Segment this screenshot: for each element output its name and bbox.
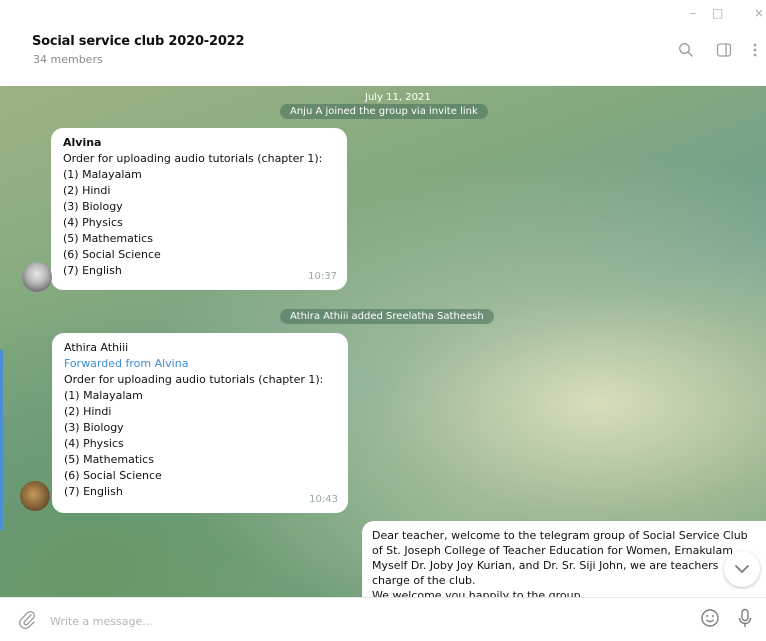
member-count: 34 members: [33, 53, 103, 66]
message-sender[interactable]: Athira Athiii: [64, 340, 338, 356]
message-input[interactable]: [48, 610, 652, 632]
message-line: (4) Physics: [64, 437, 124, 450]
message-composer: [0, 597, 766, 641]
chat-title[interactable]: Social service club 2020-2022: [32, 34, 245, 49]
close-icon[interactable]: ×: [754, 6, 764, 20]
message-line: (3) Biology: [64, 421, 124, 434]
message-line: (1) Malayalam: [64, 389, 143, 402]
date-label: July 11, 2021: [365, 92, 431, 103]
message-line: (1) Malayalam: [63, 168, 142, 181]
chat-header: – □ × Social service club 2020-2022 34 m…: [0, 0, 766, 86]
message-bubble[interactable]: Alvina Order for uploading audio tutoria…: [51, 128, 347, 290]
message-line: (4) Physics: [63, 216, 123, 229]
attach-icon[interactable]: [18, 609, 36, 633]
message-line: We welcome you happily to the group.: [372, 589, 585, 597]
message-line: Order for uploading audio tutorials (cha…: [63, 152, 323, 165]
message-line: of St. Joseph College of Teacher Educati…: [372, 544, 733, 557]
message-line: (3) Biology: [63, 200, 123, 213]
chevron-down-icon: [735, 565, 749, 573]
avatar[interactable]: [20, 481, 50, 511]
emoji-icon[interactable]: [700, 608, 720, 632]
avatar[interactable]: [22, 262, 52, 292]
message-line: (2) Hindi: [64, 405, 112, 418]
service-message-added: Athira Athiii added Sreelatha Satheesh: [280, 309, 494, 324]
message-line: (6) Social Science: [63, 248, 161, 261]
message-line: Dear teacher, welcome to the telegram gr…: [372, 529, 748, 542]
minimize-icon[interactable]: –: [690, 6, 696, 20]
message-bubble[interactable]: Athira Athiii Forwarded from Alvina Orde…: [52, 333, 348, 513]
message-line: (7) English: [63, 264, 122, 277]
message-line: (5) Mathematics: [63, 232, 153, 245]
message-line: Order for uploading audio tutorials (cha…: [64, 373, 324, 386]
microphone-icon[interactable]: [737, 608, 753, 634]
message-line: (2) Hindi: [63, 184, 111, 197]
sidebar-toggle-icon[interactable]: [716, 42, 732, 62]
more-vertical-icon[interactable]: [752, 42, 758, 62]
message-line: (7) English: [64, 485, 123, 498]
message-line: charge of the club.: [372, 574, 476, 587]
message-sender[interactable]: Alvina: [63, 135, 337, 151]
message-line: (6) Social Science: [64, 469, 162, 482]
message-line: (5) Mathematics: [64, 453, 154, 466]
search-icon[interactable]: [678, 42, 694, 62]
message-time: 10:43: [309, 494, 338, 505]
forwarded-from[interactable]: Forwarded from Alvina: [64, 356, 338, 372]
message-bubble[interactable]: Dear teacher, welcome to the telegram gr…: [362, 521, 766, 597]
telegram-window: – □ × Social service club 2020-2022 34 m…: [0, 0, 766, 641]
message-time: 10:37: [308, 271, 337, 282]
message-line: Myself Dr. Joby Joy Kurian, and Dr. Sr. …: [372, 559, 719, 572]
selection-accent: [0, 350, 3, 530]
service-message-joined: Anju A joined the group via invite link: [280, 104, 488, 119]
scroll-down-button[interactable]: [724, 551, 760, 587]
maximize-icon[interactable]: □: [712, 6, 723, 20]
